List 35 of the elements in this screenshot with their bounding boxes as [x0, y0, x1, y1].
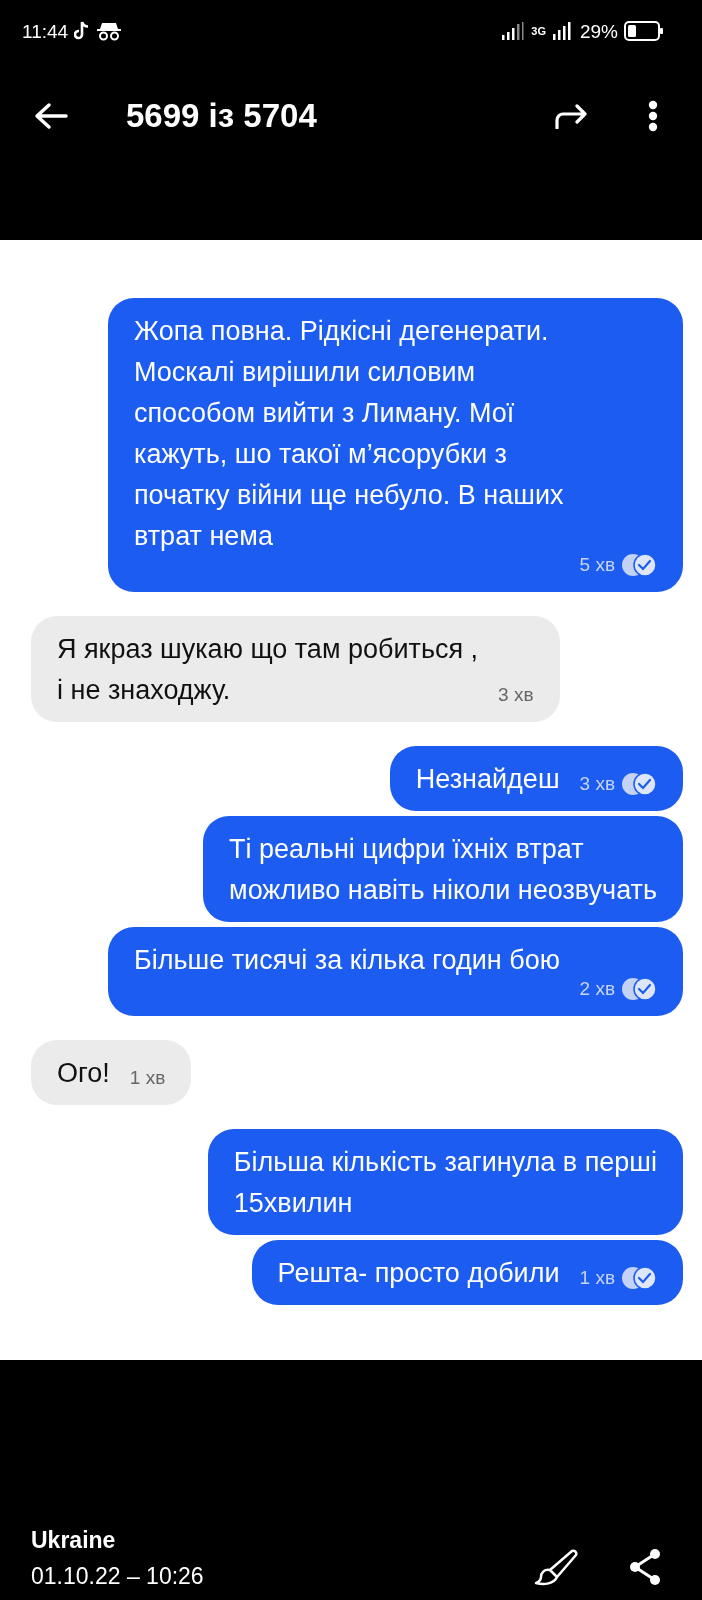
location-label: Ukraine — [31, 1526, 117, 1555]
battery-percent: 29% — [579, 21, 618, 41]
music-note-icon — [74, 21, 91, 41]
network-type: 3G — [531, 25, 546, 37]
message-time: 3 хв — [579, 772, 615, 796]
back-button[interactable] — [34, 102, 68, 130]
signal-icon — [551, 22, 574, 40]
message-time: 2 хв — [579, 977, 615, 1001]
more-button[interactable] — [648, 100, 658, 132]
message-time: 1 хв — [129, 1066, 166, 1090]
message-text: Я якраз шукаю що там робиться , і не знаходжу. — [57, 633, 479, 707]
share-icon — [628, 1548, 662, 1586]
message-text: Більша кількість загинула в перші 15хвилин — [233, 1146, 657, 1220]
message-text: Ого! — [57, 1057, 110, 1090]
message-text: Жопа повна. Рідкісні дегенерати. Москалі вирішили силовим способом вийти з Лиману. Мої кажуть, шо такої м’ясорубки з початку війни ще небуло. В наших втрат нема — [134, 315, 565, 553]
battery-icon — [624, 21, 664, 41]
brush-icon — [534, 1548, 578, 1586]
forward-button[interactable] — [554, 103, 588, 129]
message-time: 1 хв — [579, 1266, 615, 1290]
back-arrow-icon — [34, 102, 68, 130]
message-time: 5 хв — [579, 553, 615, 577]
status-time: 11:44 — [22, 21, 69, 41]
edit-button[interactable] — [534, 1548, 578, 1586]
share-button[interactable] — [628, 1548, 662, 1586]
message-time: 3 хв — [498, 683, 534, 707]
incognito-icon — [96, 21, 123, 41]
message-text: Ті реальні цифри їхніх втрат можливо навіть ніколи неозвучать — [229, 833, 657, 907]
date-time-label: 01.10.22 – 10:26 — [31, 1562, 205, 1591]
forward-arrow-icon — [554, 103, 588, 129]
signal-icon — [501, 22, 526, 40]
message-text: Решта- просто добили — [277, 1257, 560, 1290]
message-text: Незнайдеш — [415, 763, 560, 796]
more-icon — [648, 100, 658, 132]
message-text: Більше тисячі за кілька годин бою — [134, 944, 561, 977]
image-counter: 5699 із 5704 — [126, 97, 318, 135]
